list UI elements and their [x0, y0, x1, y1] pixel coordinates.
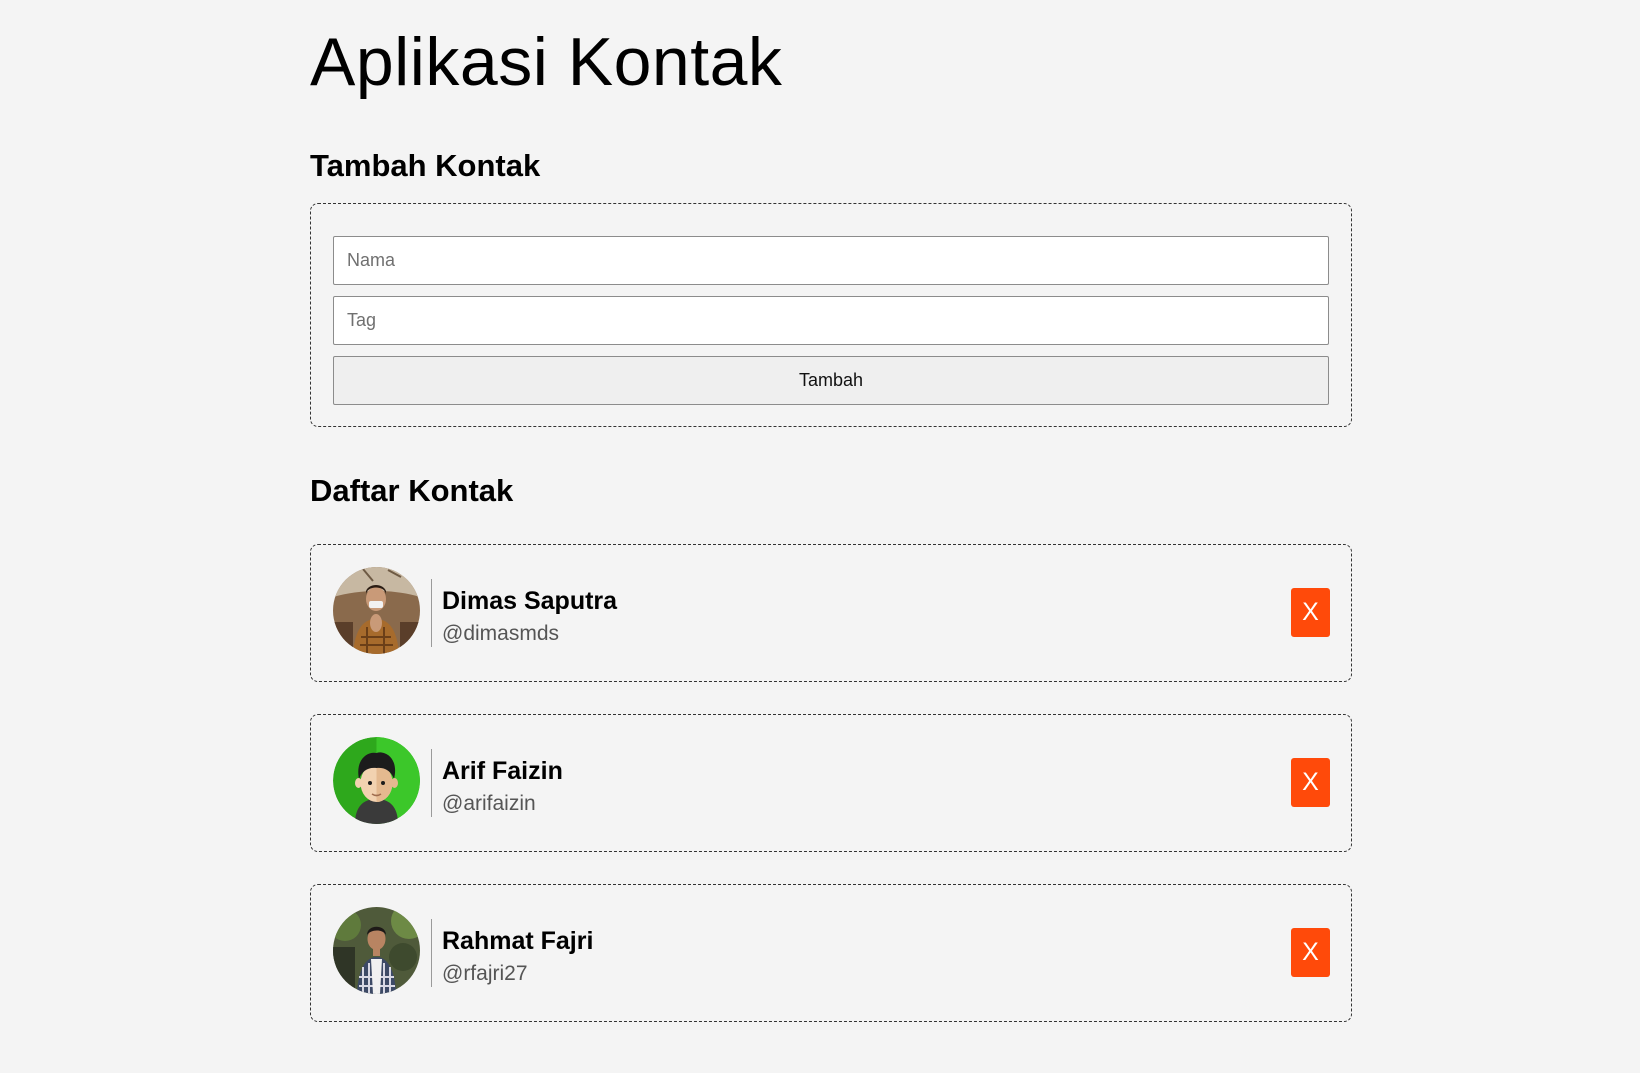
tag-input[interactable]	[333, 296, 1329, 345]
app-title: Aplikasi Kontak	[310, 24, 783, 100]
add-contact-form: Tambah	[310, 203, 1352, 427]
avatar-divider	[431, 749, 432, 817]
photo-avatar-icon	[333, 567, 420, 654]
contact-list-heading: Daftar Kontak	[310, 473, 514, 508]
name-input[interactable]	[333, 236, 1329, 285]
contact-name: Arif Faizin	[442, 757, 563, 785]
photo-avatar-icon	[333, 907, 420, 994]
contact-card: Rahmat Fajri @rfajri27 X	[310, 884, 1352, 1022]
contact-list: Dimas Saputra @dimasmds X Arif Faizin @a…	[310, 544, 1352, 1022]
avatar	[333, 907, 420, 994]
contact-name: Dimas Saputra	[442, 587, 618, 615]
cartoon-avatar-icon	[333, 737, 420, 824]
add-contact-button[interactable]: Tambah	[333, 356, 1329, 405]
contact-name: Rahmat Fajri	[442, 927, 594, 955]
avatar	[333, 737, 420, 824]
delete-contact-button[interactable]: X	[1291, 758, 1330, 807]
avatar	[333, 567, 420, 654]
delete-contact-button[interactable]: X	[1291, 928, 1330, 977]
main-container: Aplikasi Kontak Tambah Kontak Tambah Daf…	[310, 0, 1352, 1054]
contact-card: Dimas Saputra @dimasmds X	[310, 544, 1352, 682]
delete-contact-button[interactable]: X	[1291, 588, 1330, 637]
avatar-divider	[431, 579, 432, 647]
avatar-divider	[431, 919, 432, 987]
contact-tag: @dimasmds	[442, 622, 560, 645]
add-contact-heading: Tambah Kontak	[310, 148, 541, 183]
page: Aplikasi Kontak Tambah Kontak Tambah Daf…	[0, 0, 1640, 1073]
contact-tag: @rfajri27	[442, 962, 528, 985]
contact-tag: @arifaizin	[442, 792, 536, 815]
contact-card: Arif Faizin @arifaizin X	[310, 714, 1352, 852]
